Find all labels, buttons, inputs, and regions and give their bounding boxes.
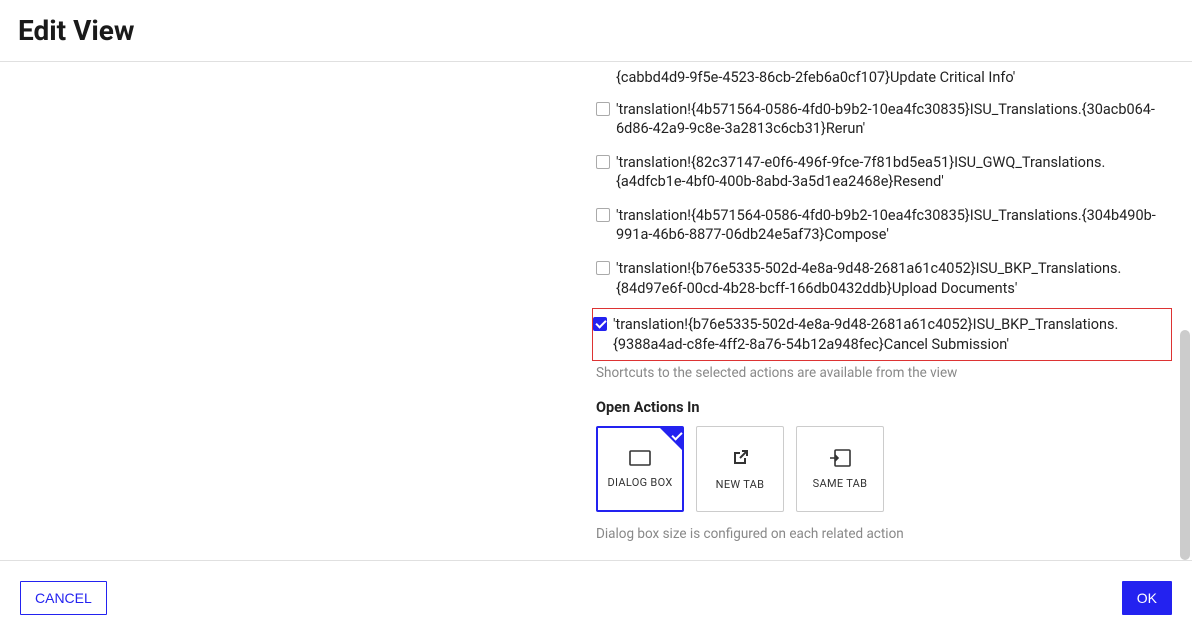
scrollbar-thumb[interactable] (1180, 330, 1190, 560)
highlighted-row: 'translation!{b76e5335-502d-4e8a-9d48-26… (592, 308, 1172, 361)
checkbox[interactable] (596, 155, 610, 169)
tile-same-tab[interactable]: SAME TAB (796, 426, 884, 512)
open-in-tiles: DIALOG BOX NEW TAB SAME TAB (596, 426, 1172, 512)
checkbox-row[interactable]: 'translation!{4b571564-0586-4fd0-b9b2-10… (596, 96, 1172, 149)
checkbox-label: 'translation!{82c37147-e0f6-496f-9fce-7f… (616, 153, 1172, 192)
checkbox-row[interactable]: 'translation!{4b571564-0586-4fd0-b9b2-10… (596, 202, 1172, 255)
same-tab-icon (829, 449, 851, 467)
checkbox-label: 'translation!{4b571564-0586-4fd0-b9b2-10… (616, 206, 1172, 245)
checkbox-row[interactable]: 'translation!{82c37147-e0f6-496f-9fce-7f… (596, 149, 1172, 202)
dialog-box-icon (629, 450, 651, 466)
clipped-text: {cabbd4d9-9f5e-4523-86cb-2feb6a0cf107}Up… (596, 68, 1172, 88)
tile-new-tab[interactable]: NEW TAB (696, 426, 784, 512)
clipped-row: {cabbd4d9-9f5e-4523-86cb-2feb6a0cf107}Up… (596, 68, 1172, 88)
checkbox-label: 'translation!{4b571564-0586-4fd0-b9b2-10… (616, 100, 1172, 139)
tile-dialog-box[interactable]: DIALOG BOX (596, 426, 684, 512)
header: Edit View (0, 0, 1192, 62)
checkbox[interactable] (596, 208, 610, 222)
open-actions-in-label: Open Actions In (596, 399, 1172, 416)
checkbox-label: 'translation!{b76e5335-502d-4e8a-9d48-26… (616, 259, 1172, 298)
footer: CANCEL OK (0, 560, 1192, 635)
checkbox-label: 'translation!{b76e5335-502d-4e8a-9d48-26… (613, 315, 1167, 354)
scrollbar[interactable] (1180, 70, 1190, 560)
new-tab-icon (730, 448, 750, 468)
checkbox[interactable] (596, 102, 610, 116)
page-title: Edit View (18, 14, 1174, 47)
ok-button[interactable]: OK (1122, 581, 1172, 615)
checkbox-row[interactable]: 'translation!{b76e5335-502d-4e8a-9d48-26… (593, 315, 1167, 354)
tile-label: NEW TAB (716, 478, 765, 491)
hint-dialog-size: Dialog box size is configured on each re… (596, 526, 1172, 542)
hint-shortcuts: Shortcuts to the selected actions are av… (596, 365, 1172, 381)
content-area: {cabbd4d9-9f5e-4523-86cb-2feb6a0cf107}Up… (0, 68, 1192, 560)
checkbox-row[interactable]: 'translation!{b76e5335-502d-4e8a-9d48-26… (596, 255, 1172, 308)
checkbox[interactable] (596, 261, 610, 275)
checkbox-checked[interactable] (593, 317, 607, 331)
cancel-button[interactable]: CANCEL (20, 581, 107, 615)
tile-label: SAME TAB (813, 477, 868, 490)
tile-label: DIALOG BOX (607, 476, 672, 489)
